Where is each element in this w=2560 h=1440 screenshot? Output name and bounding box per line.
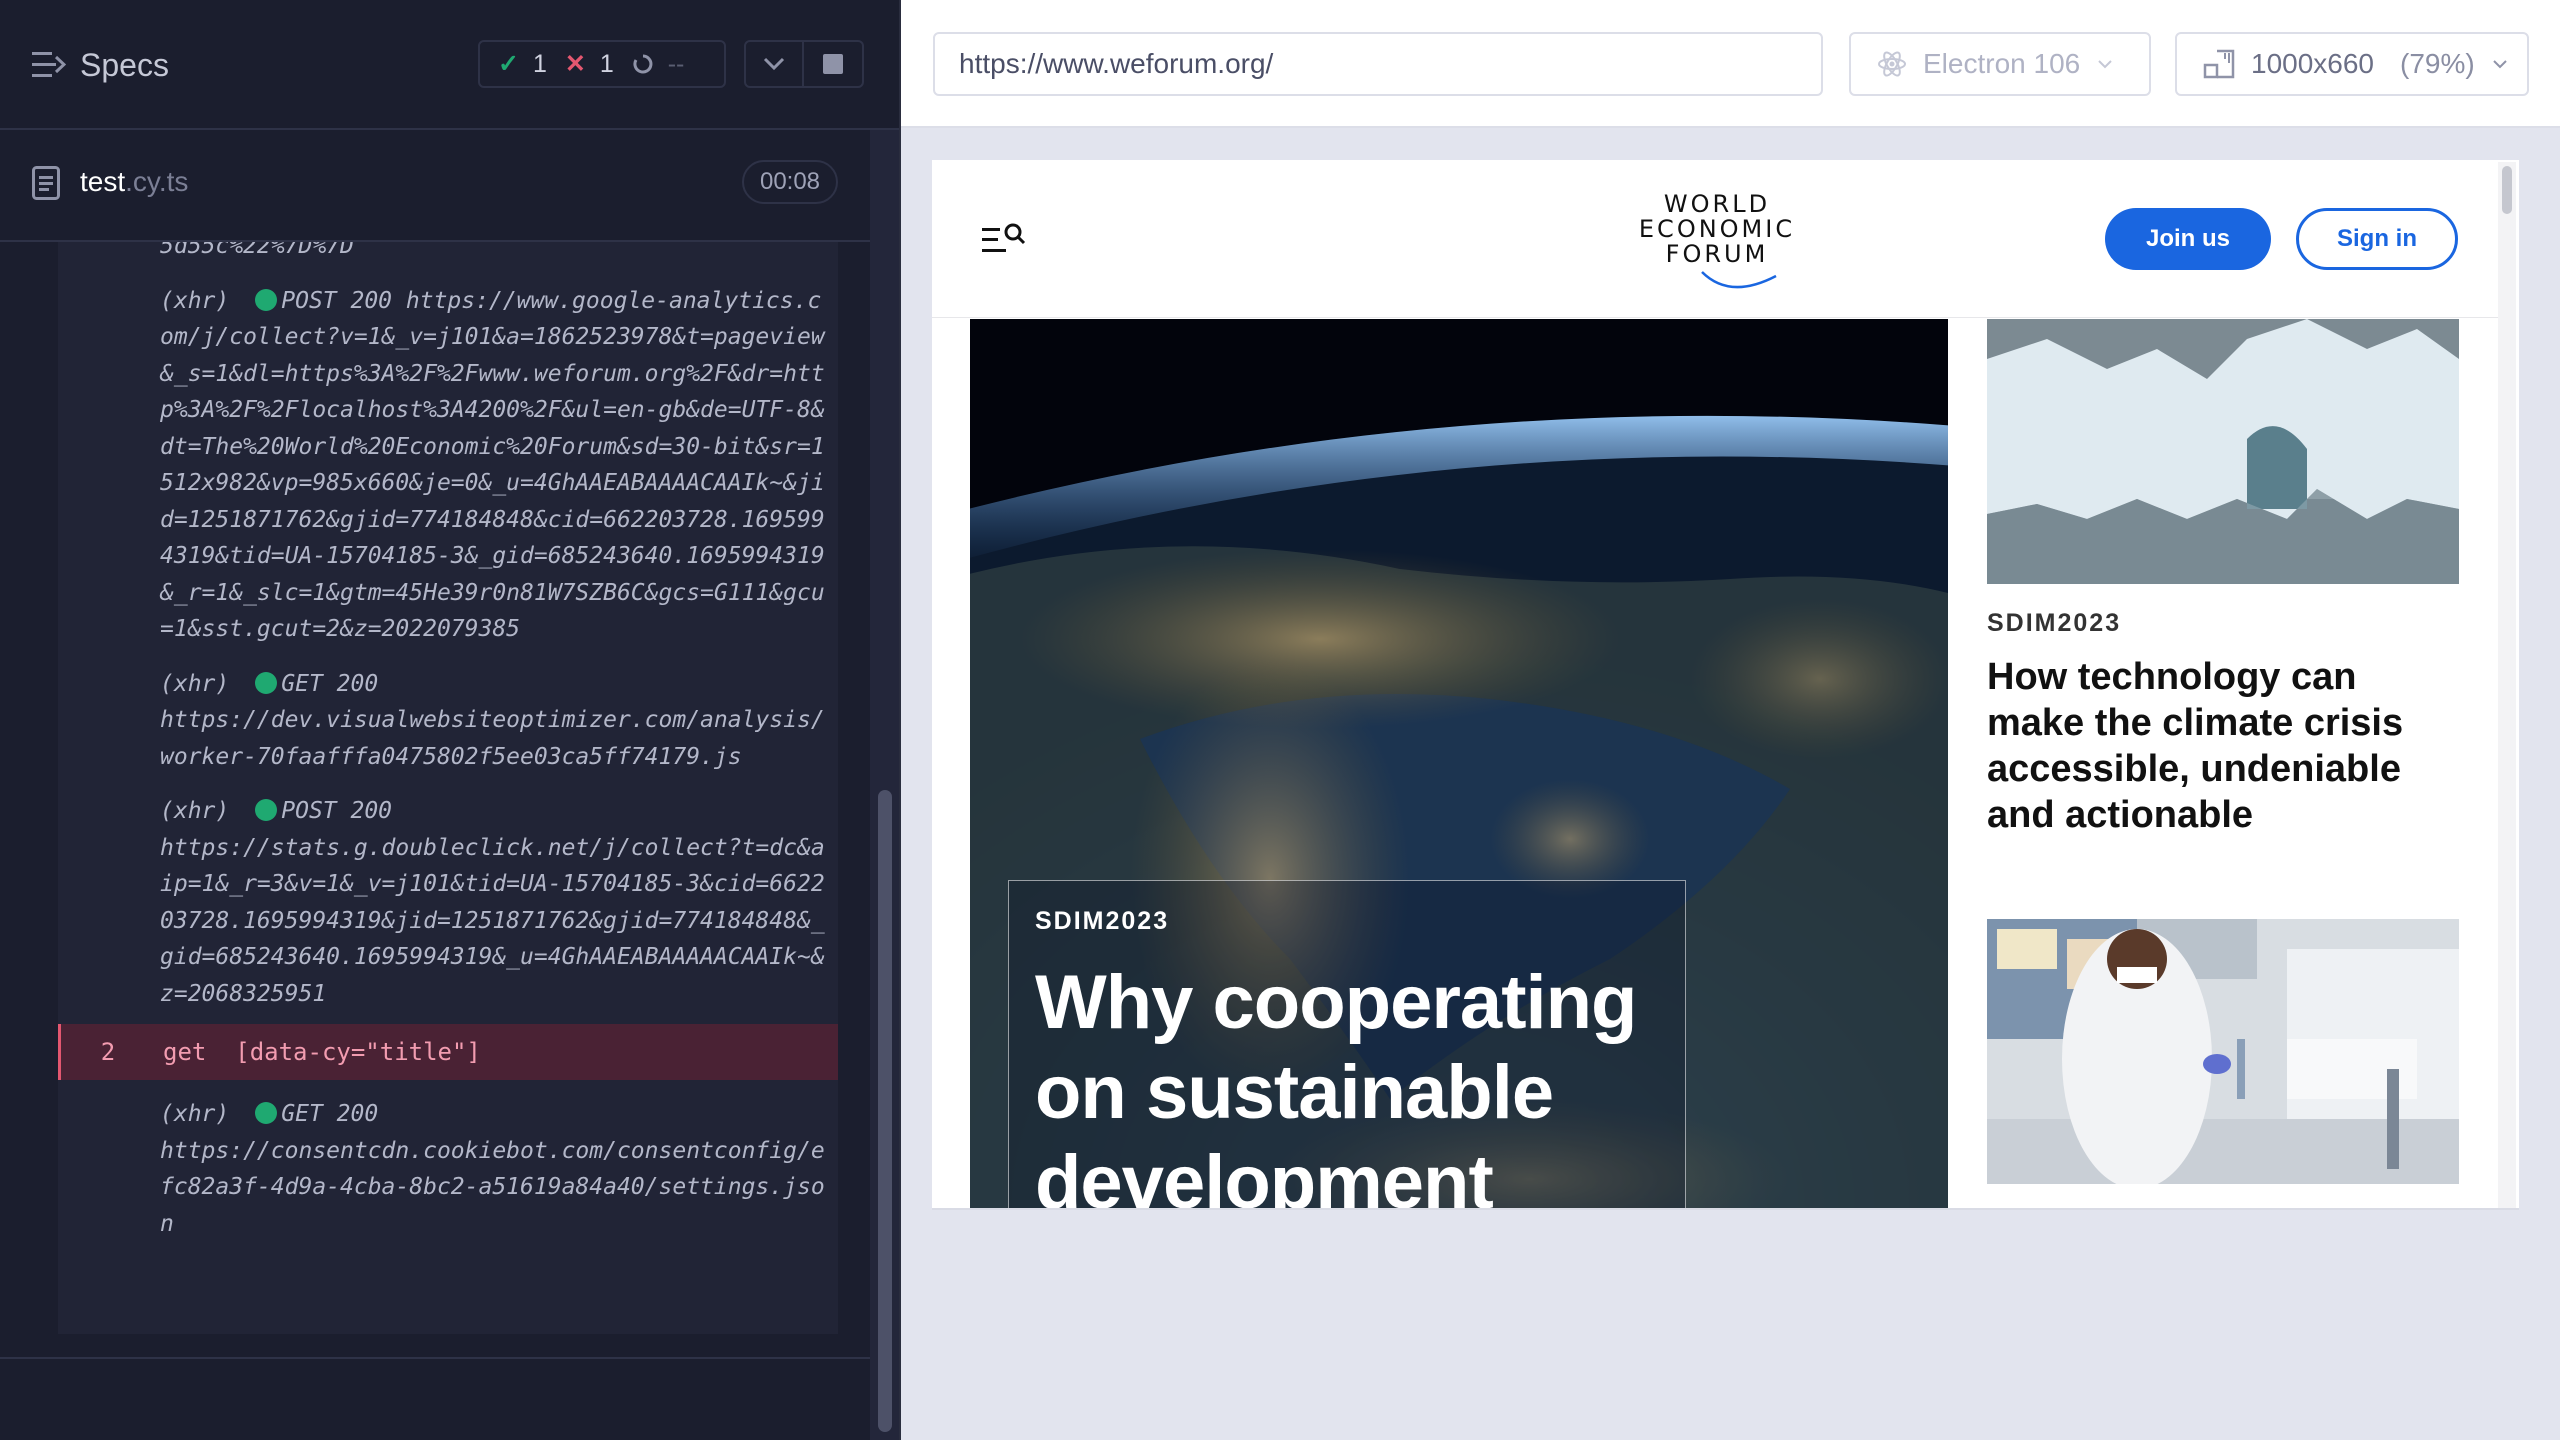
glacier-image[interactable] bbox=[1987, 319, 2459, 584]
status-dot-icon bbox=[255, 671, 278, 694]
failed-stat: ✕ 1 bbox=[565, 49, 614, 79]
log-scrollbar-thumb[interactable] bbox=[878, 790, 892, 1432]
hero-title[interactable]: Why cooperating on sustainable developme… bbox=[1035, 958, 1659, 1208]
log-tag: (xhr) bbox=[160, 1101, 230, 1127]
passed-stat: ✓ 1 bbox=[498, 49, 547, 79]
side-title[interactable]: How technology can make the climate cris… bbox=[1987, 654, 2459, 838]
chevron-down-icon bbox=[2098, 60, 2112, 69]
log-method: POST 200 bbox=[281, 287, 393, 314]
hero-card[interactable]: SDIM2023 Why cooperating on sustainable … bbox=[1008, 880, 1686, 1208]
log-url: https://consentcdn.cookiebot.com/consent… bbox=[160, 1137, 825, 1237]
file-icon bbox=[32, 166, 60, 200]
runner-header: Specs ✓ 1 ✕ 1 -- bbox=[0, 0, 899, 130]
spec-file-row[interactable]: test.cy.ts 00:08 bbox=[0, 132, 880, 242]
log-tag: (xhr) bbox=[160, 287, 230, 314]
specs-title[interactable]: Specs bbox=[80, 47, 169, 84]
log-url: https://dev.visualwebsiteoptimizer.com/a… bbox=[160, 707, 825, 770]
site-header: WORLD ECONOMIC FORUM Join us Sign in bbox=[932, 160, 2498, 318]
command-log[interactable]: 5d55c%22%7D%7D (xhr) POST 200 https://www… bbox=[58, 242, 838, 1334]
hero-title-line: Why cooperating bbox=[1035, 960, 1637, 1045]
command-log-content: 5d55c%22%7D%7D (xhr) POST 200 https://www… bbox=[58, 242, 838, 1242]
log-entry[interactable]: (xhr) GET 200 https://dev.visualwebsiteopt… bbox=[58, 666, 838, 776]
log-fragment: 5d55c%22%7D%7D bbox=[160, 242, 354, 259]
viewport-selector[interactable]: 1000x660 (79%) bbox=[2175, 32, 2529, 96]
specs-icon[interactable] bbox=[32, 50, 66, 80]
command-row-failed[interactable]: 2 get [data-cy="title"] bbox=[58, 1024, 838, 1080]
viewport-size: 1000x660 bbox=[2251, 48, 2375, 79]
wef-logo[interactable]: WORLD ECONOMIC FORUM bbox=[1632, 192, 1802, 292]
url-bar[interactable]: https://www.weforum.org/ bbox=[933, 32, 1823, 96]
logo-line: FORUM bbox=[1665, 240, 1769, 268]
viewport-edge bbox=[932, 1208, 2519, 1210]
failed-count: 1 bbox=[599, 49, 614, 78]
browser-name: Electron 106 bbox=[1923, 48, 2081, 79]
spec-duration: 00:08 bbox=[742, 160, 838, 204]
electron-icon bbox=[1878, 51, 1906, 77]
check-icon: ✓ bbox=[498, 50, 519, 78]
lab-image[interactable] bbox=[1987, 919, 2459, 1184]
hero-tag[interactable]: SDIM2023 bbox=[1035, 907, 1659, 936]
status-dot-icon bbox=[255, 799, 278, 821]
viewport-zoom: (79%) bbox=[2400, 48, 2475, 79]
command-number: 2 bbox=[100, 1038, 116, 1066]
passed-count: 1 bbox=[532, 49, 547, 78]
viewport-icon bbox=[2203, 49, 2235, 79]
stop-icon bbox=[823, 54, 843, 74]
join-us-button[interactable]: Join us bbox=[2105, 208, 2271, 270]
command-text: get [data-cy="title"] bbox=[163, 1038, 481, 1066]
status-dot-icon bbox=[255, 1102, 278, 1124]
menu-search-icon[interactable] bbox=[980, 222, 1026, 258]
hero-title-line: development bbox=[1035, 1140, 1494, 1208]
log-entry[interactable]: (xhr) POST 200 https://www.google-analyti… bbox=[58, 283, 838, 648]
spinner-icon bbox=[633, 54, 653, 74]
log-entry[interactable]: (xhr) POST 200 https://stats.g.doubleclick… bbox=[58, 793, 838, 1012]
cross-icon: ✕ bbox=[564, 50, 586, 78]
browser-selector[interactable]: Electron 106 bbox=[1849, 32, 2151, 96]
log-url: https://stats.g.doubleclick.net/j/collec… bbox=[160, 834, 825, 1007]
logo-arc-icon bbox=[1701, 271, 1777, 289]
log-tag: (xhr) bbox=[160, 798, 230, 824]
logo-line: ECONOMIC bbox=[1638, 215, 1796, 243]
test-stats: ✓ 1 ✕ 1 -- bbox=[478, 40, 726, 88]
logo-line: WORLD bbox=[1663, 190, 1771, 218]
hero-article[interactable]: SDIM2023 Why cooperating on sustainable … bbox=[970, 319, 1948, 1208]
side-articles: SDIM2023 How technology can make the cli… bbox=[1987, 319, 2459, 1208]
log-method: GET 200 bbox=[281, 1101, 379, 1127]
viewport-scrollbar[interactable] bbox=[2498, 162, 2516, 1208]
preview-toolbar: https://www.weforum.org/ Electron 106 10… bbox=[901, 0, 2560, 128]
stop-button[interactable] bbox=[804, 40, 864, 88]
side-tag[interactable]: SDIM2023 bbox=[1987, 609, 2121, 638]
app-viewport[interactable]: WORLD ECONOMIC FORUM Join us Sign in SDI… bbox=[932, 160, 2519, 1208]
divider bbox=[0, 1357, 899, 1359]
log-entry[interactable]: (xhr) GET 200 https://consentcdn.cookiebot… bbox=[58, 1096, 838, 1242]
collapse-button[interactable] bbox=[744, 40, 804, 88]
log-method: GET 200 bbox=[281, 670, 379, 697]
panel-resizer[interactable] bbox=[899, 0, 901, 1440]
hero-title-line: on sustainable bbox=[1035, 1050, 1554, 1135]
sign-in-button[interactable]: Sign in bbox=[2296, 208, 2458, 270]
log-method: POST 200 bbox=[281, 798, 393, 824]
log-tag: (xhr) bbox=[160, 670, 230, 697]
spec-file-name: test.cy.ts bbox=[80, 166, 188, 198]
viewport-scrollbar-thumb[interactable] bbox=[2502, 166, 2512, 214]
pending-count: -- bbox=[667, 49, 685, 78]
chevron-down-icon bbox=[763, 57, 785, 71]
runner-panel: Specs ✓ 1 ✕ 1 -- test.cy.ts 00:08 5d55c%… bbox=[0, 0, 899, 1440]
chevron-down-icon bbox=[2493, 60, 2507, 69]
pending-stat: -- bbox=[632, 49, 685, 79]
spec-file-basename: test bbox=[80, 166, 126, 197]
status-dot-icon bbox=[255, 288, 278, 311]
spec-file-ext: .cy.ts bbox=[125, 166, 189, 197]
log-url: https://www.google-analytics.com/j/colle… bbox=[160, 287, 825, 643]
